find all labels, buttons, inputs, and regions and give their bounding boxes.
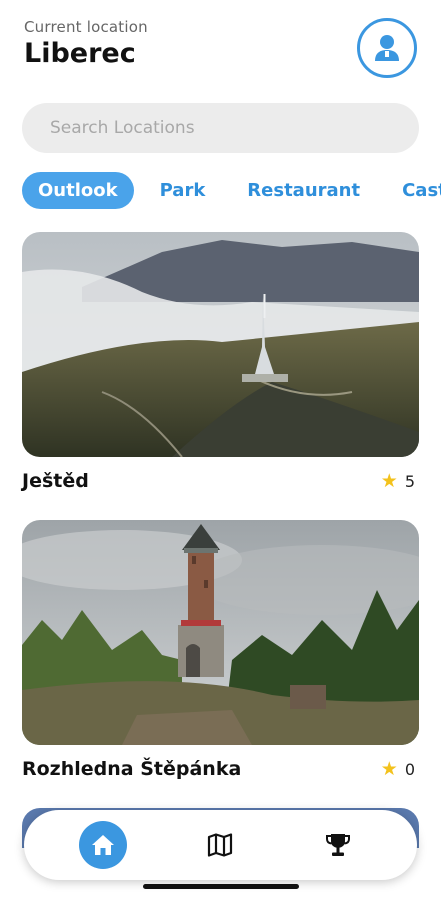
tab-restaurant[interactable]: Restaurant xyxy=(231,172,376,209)
star-icon: ★ xyxy=(380,757,398,780)
place-name: Rozhledna Štěpánka xyxy=(22,758,242,780)
place-rating: ★ 0 xyxy=(380,757,415,780)
place-card-stepanka[interactable]: Rozhledna Štěpánka ★ 0 xyxy=(22,520,419,780)
rating-value: 0 xyxy=(404,759,415,779)
place-meta: Rozhledna Štěpánka ★ 0 xyxy=(22,758,419,780)
search-input[interactable] xyxy=(50,118,419,138)
tab-castle[interactable]: Castle xyxy=(386,172,441,209)
trophy-icon xyxy=(326,834,351,856)
rating-value: 5 xyxy=(404,471,415,491)
place-card-jested[interactable]: Ještěd ★ 5 xyxy=(22,232,419,492)
map-icon xyxy=(208,833,233,857)
tab-park[interactable]: Park xyxy=(144,172,222,209)
category-tabs: Outlook Park Restaurant Castle xyxy=(22,170,441,210)
nav-trophy-button[interactable] xyxy=(314,821,362,869)
place-meta: Ještěd ★ 5 xyxy=(22,470,419,492)
current-location-label: Current location xyxy=(24,18,148,36)
user-icon xyxy=(375,35,399,61)
header: Current location Liberec xyxy=(24,18,417,78)
nav-home-button[interactable] xyxy=(78,821,127,869)
star-icon: ★ xyxy=(380,469,398,492)
home-indicator xyxy=(143,884,299,889)
place-photo[interactable] xyxy=(22,520,419,745)
place-rating: ★ 5 xyxy=(380,469,415,492)
bottom-nav xyxy=(24,810,417,880)
nav-map-button[interactable] xyxy=(196,821,244,869)
place-name: Ještěd xyxy=(22,470,89,492)
place-photo[interactable] xyxy=(22,232,419,457)
home-icon xyxy=(91,835,114,855)
profile-button[interactable] xyxy=(357,18,417,78)
search-bar[interactable] xyxy=(22,103,419,153)
tab-outlook[interactable]: Outlook xyxy=(22,171,134,209)
